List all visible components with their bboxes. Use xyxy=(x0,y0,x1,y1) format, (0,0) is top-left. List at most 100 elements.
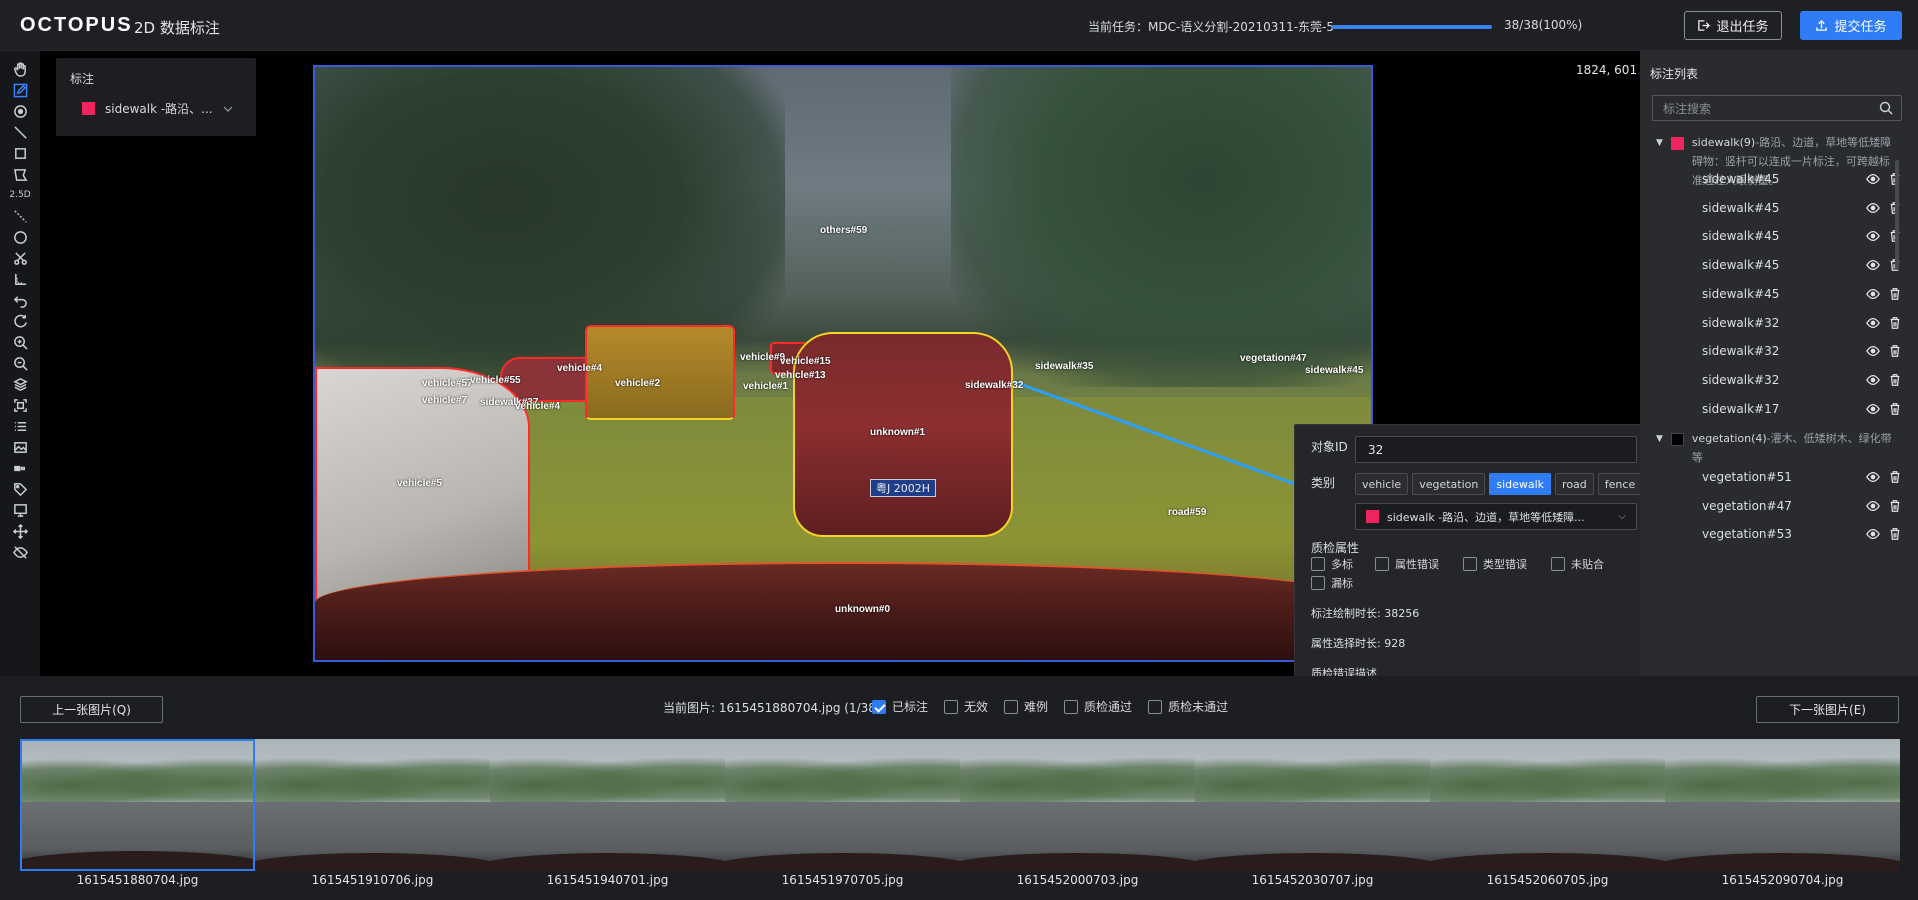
qa-option-missing[interactable]: 漏标 xyxy=(1311,575,1353,591)
circle-tool-icon[interactable] xyxy=(9,227,31,247)
eye-icon[interactable] xyxy=(1866,402,1880,416)
trash-icon[interactable] xyxy=(1888,402,1902,416)
sidewalk-item[interactable]: sidewalk#17 xyxy=(1702,399,1902,419)
category-tag-sidewalk[interactable]: sidewalk xyxy=(1489,473,1552,495)
sidewalk-item[interactable]: sidewalk#45 xyxy=(1702,169,1902,189)
status-option-0[interactable]: 已标注 xyxy=(872,698,928,715)
thumbnail-image[interactable] xyxy=(490,739,725,871)
annotation-canvas[interactable]: 粤J 2002H others#59 vehicle#57 vehicle#55… xyxy=(313,65,1373,662)
annotation-search-input[interactable]: 标注搜索 xyxy=(1652,95,1902,121)
checkbox[interactable] xyxy=(1004,699,1019,714)
eye-icon[interactable] xyxy=(1866,527,1880,541)
checkbox[interactable] xyxy=(1148,699,1163,714)
pen-tool-icon[interactable] xyxy=(9,80,31,100)
eye-icon[interactable] xyxy=(1866,316,1880,330)
category-tag-vegetation[interactable]: vegetation xyxy=(1412,473,1486,495)
thumbnail-image[interactable] xyxy=(255,739,490,871)
trash-icon[interactable] xyxy=(1888,373,1902,387)
trash-icon[interactable] xyxy=(1888,316,1902,330)
rectangle-tool-icon[interactable] xyxy=(9,143,31,163)
group-vegetation[interactable]: ▼ vegetation(4)-灌木、低矮树木、绿化带等 xyxy=(1656,429,1896,467)
thumbnail-image[interactable] xyxy=(20,739,255,871)
sidewalk-item[interactable]: sidewalk#32 xyxy=(1702,370,1902,390)
sidewalk-item[interactable]: sidewalk#45 xyxy=(1702,198,1902,218)
checkbox[interactable] xyxy=(1375,557,1389,571)
checkbox[interactable] xyxy=(1311,557,1325,571)
eye-icon[interactable] xyxy=(1866,258,1880,272)
sidewalk-item[interactable]: sidewalk#45 xyxy=(1702,284,1902,304)
category-tag-road[interactable]: road xyxy=(1555,473,1594,495)
sidewalk-item[interactable]: sidewalk#45 xyxy=(1702,226,1902,246)
qa-option-not-fit[interactable]: 未贴合 xyxy=(1551,556,1604,572)
vegetation-item[interactable]: vegetation#47 xyxy=(1702,496,1902,516)
vegetation-item[interactable]: vegetation#51 xyxy=(1702,467,1902,487)
zoom-in-icon[interactable] xyxy=(9,332,31,352)
scissors-icon[interactable] xyxy=(9,248,31,268)
eye-icon[interactable] xyxy=(1866,499,1880,513)
line-tool-icon[interactable] xyxy=(9,122,31,142)
status-option-1[interactable]: 无效 xyxy=(944,698,988,715)
collapse-triangle-icon[interactable]: ▼ xyxy=(1656,430,1663,467)
qa-option-attr-error[interactable]: 属性错误 xyxy=(1375,556,1439,572)
status-option-3[interactable]: 质检通过 xyxy=(1064,698,1132,715)
checkbox[interactable] xyxy=(1064,699,1079,714)
redo-icon[interactable] xyxy=(9,311,31,331)
checkbox[interactable] xyxy=(872,699,886,714)
category-tag-vehicle[interactable]: vehicle xyxy=(1355,473,1409,495)
checkbox[interactable] xyxy=(944,699,959,714)
sidewalk-item[interactable]: sidewalk#32 xyxy=(1702,341,1902,361)
eye-icon[interactable] xyxy=(1866,344,1880,358)
qa-option-multi[interactable]: 多标 xyxy=(1311,556,1353,572)
selected-label-dropdown[interactable]: sidewalk -路沿、... xyxy=(82,100,233,117)
annotation-list-scrollbar[interactable] xyxy=(1895,160,1899,270)
submit-task-button[interactable]: 提交任务 xyxy=(1800,11,1902,40)
eye-icon[interactable] xyxy=(1866,201,1880,215)
checkbox[interactable] xyxy=(1311,576,1325,590)
next-image-button[interactable]: 下一张图片(E) xyxy=(1756,696,1899,723)
trash-icon[interactable] xyxy=(1888,527,1902,541)
polygon-tool-icon[interactable] xyxy=(9,164,31,184)
eye-icon[interactable] xyxy=(1866,287,1880,301)
ruler-icon[interactable] xyxy=(9,269,31,289)
trash-icon[interactable] xyxy=(1888,344,1902,358)
layers-icon[interactable] xyxy=(9,374,31,394)
trash-icon[interactable] xyxy=(1888,470,1902,484)
brightness-icon[interactable] xyxy=(9,458,31,478)
list-icon[interactable] xyxy=(9,416,31,436)
eye-icon[interactable] xyxy=(1866,172,1880,186)
tag-icon[interactable] xyxy=(9,479,31,499)
dashed-line-tool-icon[interactable] xyxy=(9,206,31,226)
zoom-out-icon[interactable] xyxy=(9,353,31,373)
eye-icon[interactable] xyxy=(1866,470,1880,484)
drag-move-icon[interactable] xyxy=(9,521,31,541)
eye-icon[interactable] xyxy=(1866,229,1880,243)
thumbnail-image[interactable] xyxy=(1430,739,1665,871)
undo-icon[interactable] xyxy=(9,290,31,310)
prev-image-button[interactable]: 上一张图片(Q) xyxy=(20,696,163,723)
collapse-triangle-icon[interactable]: ▼ xyxy=(1656,134,1663,190)
object-id-input[interactable]: 32 xyxy=(1355,436,1637,463)
status-option-4[interactable]: 质检未通过 xyxy=(1148,698,1228,715)
category-select[interactable]: sidewalk -路沿、边道，草地等低矮障... ⌵ xyxy=(1355,503,1637,530)
checkbox[interactable] xyxy=(1463,557,1477,571)
thumbnail-image[interactable] xyxy=(960,739,1195,871)
status-option-2[interactable]: 难例 xyxy=(1004,698,1048,715)
fit-screen-icon[interactable] xyxy=(9,395,31,415)
checkbox[interactable] xyxy=(1551,557,1565,571)
thumbnail-image[interactable] xyxy=(1195,739,1430,871)
trash-icon[interactable] xyxy=(1888,499,1902,513)
thumbnail-image[interactable] xyxy=(1665,739,1900,871)
sidewalk-item[interactable]: sidewalk#45 xyxy=(1702,255,1902,275)
category-tag-fence[interactable]: fence xyxy=(1597,473,1643,495)
image-icon[interactable] xyxy=(9,437,31,457)
eye-icon[interactable] xyxy=(1866,373,1880,387)
trash-icon[interactable] xyxy=(1888,287,1902,301)
hide-icon[interactable] xyxy=(9,542,31,562)
2-5d-tool[interactable]: 2.5D xyxy=(9,185,31,205)
qa-option-type-error[interactable]: 类型错误 xyxy=(1463,556,1527,572)
point-tool-icon[interactable] xyxy=(9,101,31,121)
monitor-icon[interactable] xyxy=(9,500,31,520)
thumbnail-image[interactable] xyxy=(725,739,960,871)
hand-tool-icon[interactable] xyxy=(9,59,31,79)
vegetation-item[interactable]: vegetation#53 xyxy=(1702,524,1902,544)
